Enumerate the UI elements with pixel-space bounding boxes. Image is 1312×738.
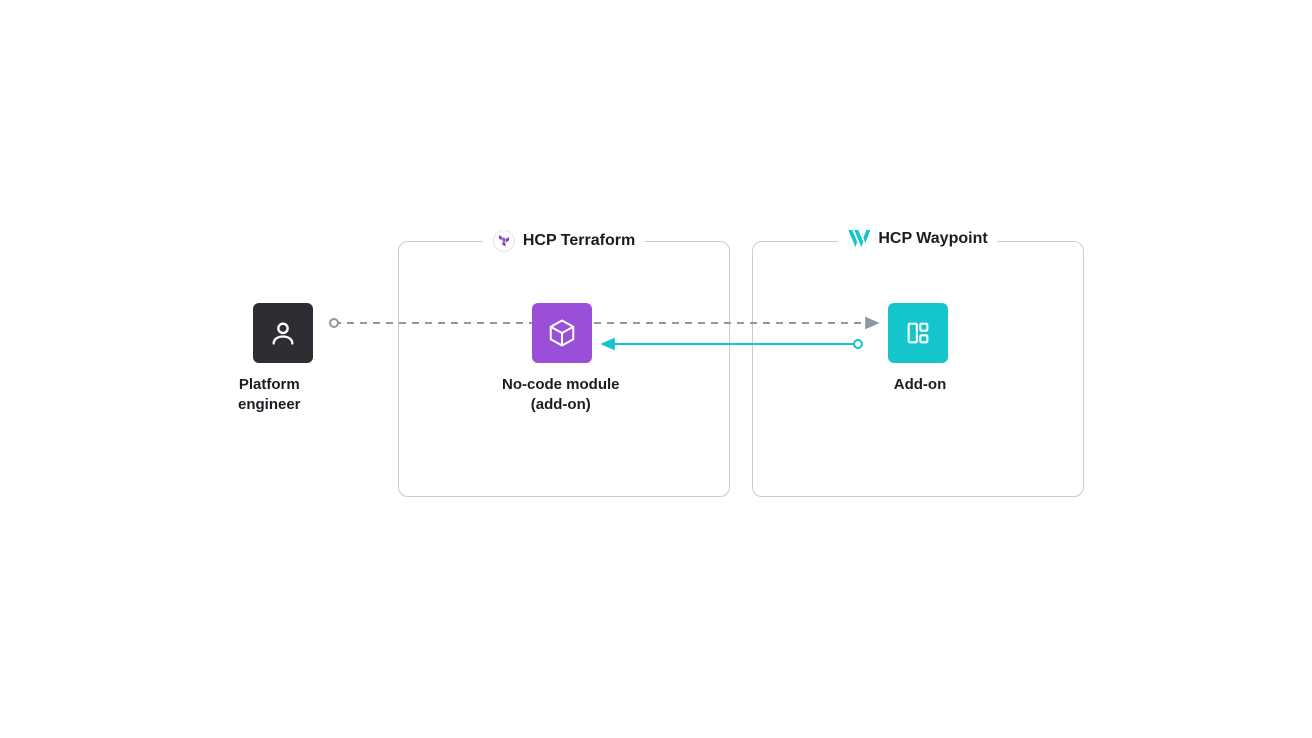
node-nocode-module: No-code module (add-on) — [532, 303, 650, 416]
nocode-label-1: No-code module — [502, 375, 620, 395]
layout-icon — [888, 303, 948, 363]
engineer-label-2: engineer — [238, 395, 301, 415]
person-icon — [253, 303, 313, 363]
arrows-layer — [0, 0, 1312, 738]
node-addon: Add-on — [888, 303, 948, 395]
cube-icon — [532, 303, 592, 363]
addon-label: Add-on — [890, 375, 950, 395]
nocode-label-2: (add-on) — [502, 395, 620, 415]
flow-origin-engineer — [330, 319, 338, 327]
engineer-label-1: Platform — [238, 375, 301, 395]
node-platform-engineer: Platform engineer — [253, 303, 316, 416]
flow-origin-addon — [854, 340, 862, 348]
architecture-diagram: HCP Terraform HCP Waypoint — [0, 0, 1312, 738]
